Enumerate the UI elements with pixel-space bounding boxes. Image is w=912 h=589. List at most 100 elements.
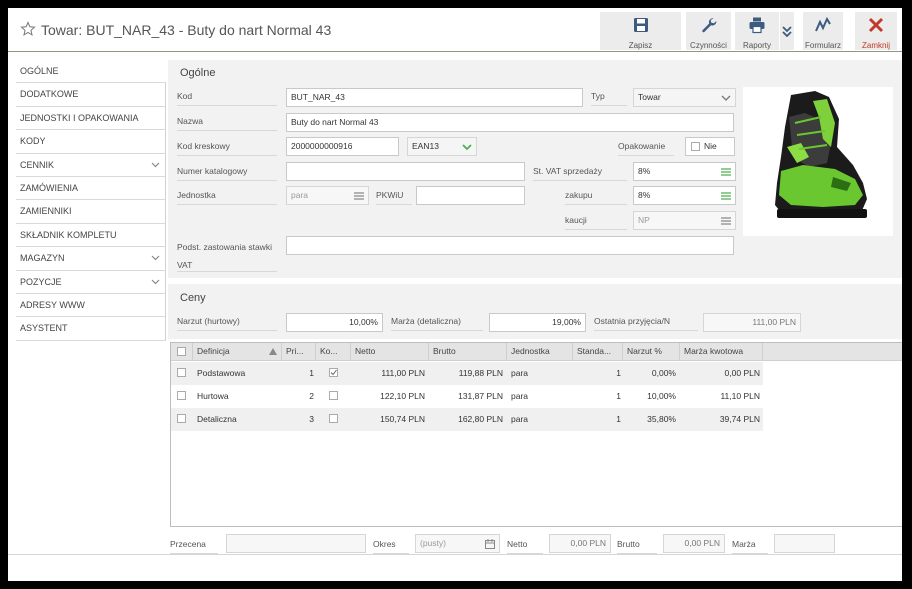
catalog-number-label: Numer katalogowy xyxy=(177,165,277,181)
margin-label: Marża (detaliczna) xyxy=(391,315,483,331)
cell-priority: 1 xyxy=(309,368,314,378)
row-ko-checkbox[interactable] xyxy=(329,414,338,423)
nav-item-codes[interactable]: KODY xyxy=(16,130,166,154)
select-all-header[interactable] xyxy=(171,343,193,361)
unit-input[interactable]: para xyxy=(286,186,369,205)
pkwiu-input[interactable] xyxy=(416,186,525,205)
cell-standard: 1 xyxy=(616,414,621,424)
markup-input[interactable]: 10,00% xyxy=(286,313,383,332)
save-button[interactable]: Zapisz xyxy=(600,12,681,50)
margin-footer-input xyxy=(774,534,835,553)
list-icon[interactable] xyxy=(721,191,731,201)
cell-unit: para xyxy=(511,391,529,401)
barcode-type-select[interactable]: EAN13 xyxy=(407,137,477,156)
cell-unit: para xyxy=(511,414,529,424)
cell-definition: Detaliczna xyxy=(197,414,237,424)
barcode-input[interactable]: 2000000000916 xyxy=(286,137,399,156)
column-header-filler xyxy=(763,343,902,361)
reports-label: Raporty xyxy=(742,41,771,50)
pkwiu-label: PKWiU xyxy=(376,189,412,205)
nav-item-additional[interactable]: DODATKOWE xyxy=(16,83,166,107)
actions-button[interactable]: Czynności xyxy=(686,12,731,50)
window-title: Towar: BUT_NAR_43 - Buty do nart Normal … xyxy=(41,22,332,38)
column-header-net[interactable]: Netto xyxy=(351,343,429,361)
deposit-vat-label: kaucji xyxy=(565,214,627,230)
nav-item-positions[interactable]: POZYCJE xyxy=(16,270,166,294)
chevron-down-icon xyxy=(151,255,160,261)
table-row[interactable]: Podstawowa 1 111,00 PLN 119,88 PLN para … xyxy=(171,362,763,385)
margin-input[interactable]: 19,00% xyxy=(489,313,586,332)
nav-item-orders[interactable]: ZAMÓWIENIA xyxy=(16,176,166,201)
name-input[interactable]: Buty do nart Normal 43 xyxy=(286,113,734,132)
discount-label: Przecena xyxy=(170,538,218,554)
barcode-type-value: EAN13 xyxy=(412,141,439,151)
calendar-icon[interactable] xyxy=(485,539,495,549)
column-header-gross[interactable]: Brutto xyxy=(429,343,507,361)
column-header-unit[interactable]: Jednostka xyxy=(507,343,573,361)
column-header-markup[interactable]: Narzut % xyxy=(623,343,680,361)
close-button[interactable]: Zamknij xyxy=(855,12,897,50)
form-label: Formularz xyxy=(804,41,841,50)
column-header-margin-amount[interactable]: Marża kwotowa xyxy=(680,343,763,361)
nav-item-kit-component[interactable]: SKŁADNIK KOMPLETU xyxy=(16,223,166,248)
nav-item-label: CENNIK xyxy=(20,159,55,170)
form-button[interactable]: Formularz xyxy=(803,12,843,50)
name-label: Nazwa xyxy=(177,115,277,131)
column-header-ko[interactable]: Ko... xyxy=(316,343,351,361)
list-icon[interactable] xyxy=(721,167,731,177)
cell-markup: 0,00% xyxy=(651,368,676,378)
table-row[interactable]: Hurtowa 2 122,10 PLN 131,87 PLN para 1 1… xyxy=(171,385,763,408)
period-input[interactable]: (pusty) xyxy=(415,534,500,553)
column-header-standard[interactable]: Standa... xyxy=(573,343,623,361)
table-row[interactable]: Detaliczna 3 150,74 PLN 162,80 PLN para … xyxy=(171,408,763,431)
nav-item-pricelist[interactable]: CENNIK xyxy=(16,153,166,177)
favorite-star-icon[interactable] xyxy=(20,21,36,37)
sales-vat-value: 8% xyxy=(638,166,651,176)
save-icon xyxy=(633,18,648,32)
code-input[interactable]: BUT_NAR_43 xyxy=(286,88,583,107)
list-icon[interactable] xyxy=(354,191,364,201)
cell-gross: 131,87 PLN xyxy=(458,391,503,401)
more-dropdown-button[interactable] xyxy=(780,12,794,50)
discount-input[interactable] xyxy=(226,534,366,553)
nav-item-warehouse[interactable]: MAGAZYN xyxy=(16,247,166,271)
list-icon[interactable] xyxy=(721,216,731,226)
purchase-vat-input[interactable]: 8% xyxy=(633,186,736,205)
wrench-icon xyxy=(701,18,716,33)
cell-definition: Hurtowa xyxy=(197,391,229,401)
catalog-number-input[interactable] xyxy=(286,162,525,181)
column-header-priority[interactable]: Pri... xyxy=(282,343,316,361)
nav-item-units[interactable]: JEDNOSTKI I OPAKOWANIA xyxy=(16,106,166,131)
nav-item-assistant[interactable]: ASYSTENT xyxy=(16,317,166,341)
close-icon xyxy=(868,17,884,33)
net-label: Netto xyxy=(507,538,543,554)
nav-item-substitutes[interactable]: ZAMIENNIKI xyxy=(16,200,166,224)
header-bar: Towar: BUT_NAR_43 - Buty do nart Normal … xyxy=(8,8,902,52)
row-ko-checkbox[interactable] xyxy=(329,391,338,400)
sort-ascending-icon xyxy=(269,348,277,355)
sales-vat-label: St. VAT sprzedaży xyxy=(533,165,627,181)
chevron-down-icon xyxy=(462,144,472,151)
row-select-checkbox[interactable] xyxy=(177,391,186,400)
checked-checkbox-icon[interactable] xyxy=(329,368,338,377)
nav-item-label: DODATKOWE xyxy=(20,89,79,100)
column-header-definition[interactable]: Definicja xyxy=(193,343,282,361)
select-all-checkbox[interactable] xyxy=(177,347,186,356)
reports-button[interactable]: Raporty xyxy=(735,12,779,50)
row-select-checkbox[interactable] xyxy=(177,414,186,423)
vat-basis-input[interactable] xyxy=(286,236,734,255)
nav-item-label: ASYSTENT xyxy=(20,323,68,334)
packaging-checkbox[interactable] xyxy=(691,142,700,151)
sales-vat-input[interactable]: 8% xyxy=(633,162,736,181)
deposit-vat-input[interactable]: NP xyxy=(633,211,736,230)
section-nav: OGÓLNE DODATKOWE JEDNOSTKI I OPAKOWANIA … xyxy=(16,60,166,341)
packaging-toggle[interactable]: Nie xyxy=(685,137,735,156)
row-select-checkbox[interactable] xyxy=(177,368,186,377)
type-select[interactable]: Towar xyxy=(633,88,736,107)
cell-standard: 1 xyxy=(616,368,621,378)
general-section-title: Ogólne xyxy=(180,67,216,79)
price-table: Definicja Pri... Ko... Netto Brutto Jedn… xyxy=(170,342,902,527)
nav-item-general[interactable]: OGÓLNE xyxy=(16,60,166,84)
nav-item-www[interactable]: ADRESY WWW xyxy=(16,293,166,318)
chevron-down-icon xyxy=(151,279,160,284)
